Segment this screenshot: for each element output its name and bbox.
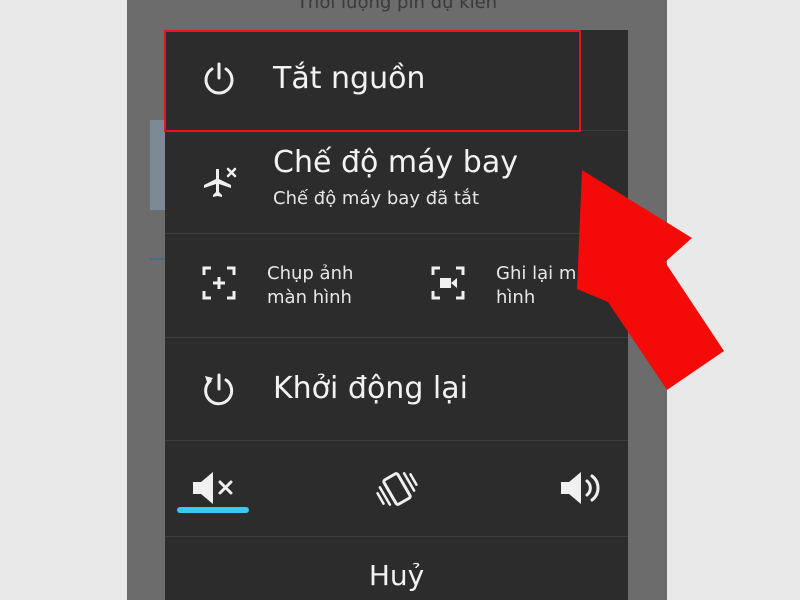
annotation-arrow [577, 170, 724, 390]
